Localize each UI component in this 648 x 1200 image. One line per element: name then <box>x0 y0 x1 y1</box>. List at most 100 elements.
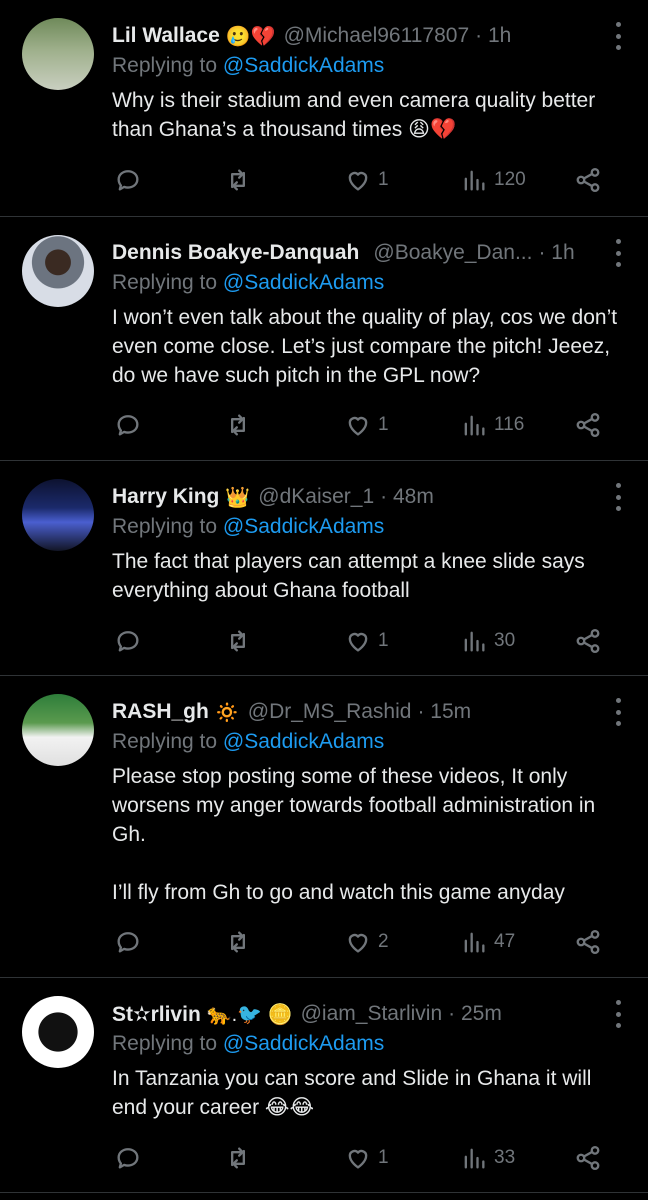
like-button[interactable]: 1 <box>344 623 389 659</box>
share-button[interactable] <box>574 924 602 960</box>
repost-icon <box>231 169 245 191</box>
replying-to: Replying to @SaddickAdams <box>112 515 384 539</box>
repost-button[interactable] <box>224 924 252 960</box>
heart-icon <box>348 171 368 191</box>
tweet[interactable]: Lil Wallace 🥲💔 @Michael96117807 · 1h Rep… <box>0 0 648 217</box>
like-button[interactable]: 1 <box>344 407 389 443</box>
action-bar: 1 120 <box>112 162 612 198</box>
like-count: 1 <box>378 630 389 651</box>
reply-icon <box>117 1148 139 1169</box>
heart-icon <box>348 632 368 652</box>
views-button[interactable]: 47 <box>460 924 515 960</box>
display-name[interactable]: Lil Wallace <box>112 24 220 48</box>
share-button[interactable] <box>574 162 602 198</box>
avatar[interactable] <box>22 235 94 307</box>
reply-button[interactable] <box>114 162 142 198</box>
name-emoji: 🔅 <box>214 701 240 724</box>
tweet-header: Harry King 👑 @dKaiser_1 · 48m <box>112 481 588 513</box>
reply-icon <box>117 932 139 953</box>
display-name[interactable]: St✫rlivin <box>112 1002 201 1027</box>
share-icon <box>576 167 600 193</box>
user-handle[interactable]: @dKaiser_1 <box>258 485 374 509</box>
share-icon <box>576 1145 600 1171</box>
more-options-icon[interactable] <box>614 22 622 50</box>
avatar[interactable] <box>22 18 94 90</box>
more-options-icon[interactable] <box>614 239 622 267</box>
views-button[interactable]: 33 <box>460 1140 515 1176</box>
replying-label: Replying to <box>112 730 218 753</box>
heart-icon <box>348 1149 368 1169</box>
views-button[interactable]: 120 <box>460 162 526 198</box>
share-icon <box>576 929 600 955</box>
mention-link[interactable]: @SaddickAdams <box>223 515 384 538</box>
name-emoji: 👑 <box>225 486 251 509</box>
replying-label: Replying to <box>112 1032 218 1055</box>
repost-icon <box>231 1147 245 1169</box>
tweet[interactable]: Dennis Boakye-Danquah @Boakye_Dan... · 1… <box>0 217 648 461</box>
like-button[interactable]: 1 <box>344 162 389 198</box>
avatar[interactable] <box>22 694 94 766</box>
views-icon <box>464 932 485 953</box>
repost-button[interactable] <box>224 623 252 659</box>
timestamp[interactable]: · 25m <box>448 1002 502 1026</box>
more-options-icon[interactable] <box>614 483 622 511</box>
like-button[interactable]: 1 <box>344 1140 389 1176</box>
reply-button[interactable] <box>114 623 142 659</box>
share-button[interactable] <box>574 1140 602 1176</box>
timestamp[interactable]: · 1h <box>475 24 511 48</box>
more-options-icon[interactable] <box>614 1000 622 1028</box>
timestamp[interactable]: · 15m <box>417 700 471 724</box>
like-button[interactable]: 2 <box>344 924 389 960</box>
replying-to: Replying to @SaddickAdams <box>112 1032 384 1056</box>
repost-button[interactable] <box>224 1140 252 1176</box>
mention-link[interactable]: @SaddickAdams <box>223 54 384 77</box>
share-button[interactable] <box>574 623 602 659</box>
views-icon <box>464 170 485 191</box>
repost-icon <box>231 414 245 436</box>
user-handle[interactable]: @iam_Starlivin <box>301 1002 443 1026</box>
views-button[interactable]: 116 <box>460 407 524 443</box>
tweet-header: St✫rlivin 🐆.🐦 🪙 @iam_Starlivin · 25m <box>112 998 588 1030</box>
repost-button[interactable] <box>224 162 252 198</box>
share-icon <box>576 412 600 438</box>
like-count: 2 <box>378 931 389 952</box>
tweet[interactable]: St✫rlivin 🐆.🐦 🪙 @iam_Starlivin · 25m Rep… <box>0 978 648 1193</box>
user-handle[interactable]: @Michael96117807 <box>284 24 470 48</box>
reply-button[interactable] <box>114 1140 142 1176</box>
mention-link[interactable]: @SaddickAdams <box>223 1032 384 1055</box>
views-button[interactable]: 30 <box>460 623 515 659</box>
reply-icon <box>117 170 139 191</box>
tweet-text: I won’t even talk about the quality of p… <box>112 306 623 387</box>
share-icon <box>576 628 600 654</box>
avatar[interactable] <box>22 479 94 551</box>
share-button[interactable] <box>574 407 602 443</box>
heart-icon <box>348 933 368 953</box>
mention-link[interactable]: @SaddickAdams <box>223 271 384 294</box>
view-count: 116 <box>494 414 525 435</box>
display-name[interactable]: Dennis Boakye-Danquah <box>112 241 359 265</box>
timestamp[interactable]: · 48m <box>380 485 434 509</box>
replying-to: Replying to @SaddickAdams <box>112 54 384 78</box>
view-count: 33 <box>494 1147 516 1168</box>
display-name[interactable]: Harry King <box>112 485 219 509</box>
replying-label: Replying to <box>112 54 218 77</box>
like-count: 1 <box>378 1147 389 1168</box>
avatar[interactable] <box>22 996 94 1068</box>
views-icon <box>464 1148 485 1169</box>
tweet-text: Why is their stadium and even camera qua… <box>112 89 602 141</box>
reply-button[interactable] <box>114 407 142 443</box>
more-options-icon[interactable] <box>614 698 622 726</box>
repost-button[interactable] <box>224 407 252 443</box>
tweet[interactable]: RASH_gh 🔅 @Dr_MS_Rashid · 15m Replying t… <box>0 676 648 978</box>
tweet[interactable]: Harry King 👑 @dKaiser_1 · 48m Replying t… <box>0 461 648 676</box>
name-emoji: 🥲💔 <box>225 25 276 48</box>
timestamp[interactable]: · 1h <box>538 241 574 265</box>
mention-link[interactable]: @SaddickAdams <box>223 730 384 753</box>
replying-label: Replying to <box>112 515 218 538</box>
like-count: 1 <box>378 414 389 435</box>
reply-button[interactable] <box>114 924 142 960</box>
user-handle[interactable]: @Dr_MS_Rashid <box>248 700 412 724</box>
tweet-header: RASH_gh 🔅 @Dr_MS_Rashid · 15m <box>112 696 588 728</box>
display-name[interactable]: RASH_gh <box>112 700 209 724</box>
user-handle[interactable]: @Boakye_Dan... <box>373 241 532 265</box>
